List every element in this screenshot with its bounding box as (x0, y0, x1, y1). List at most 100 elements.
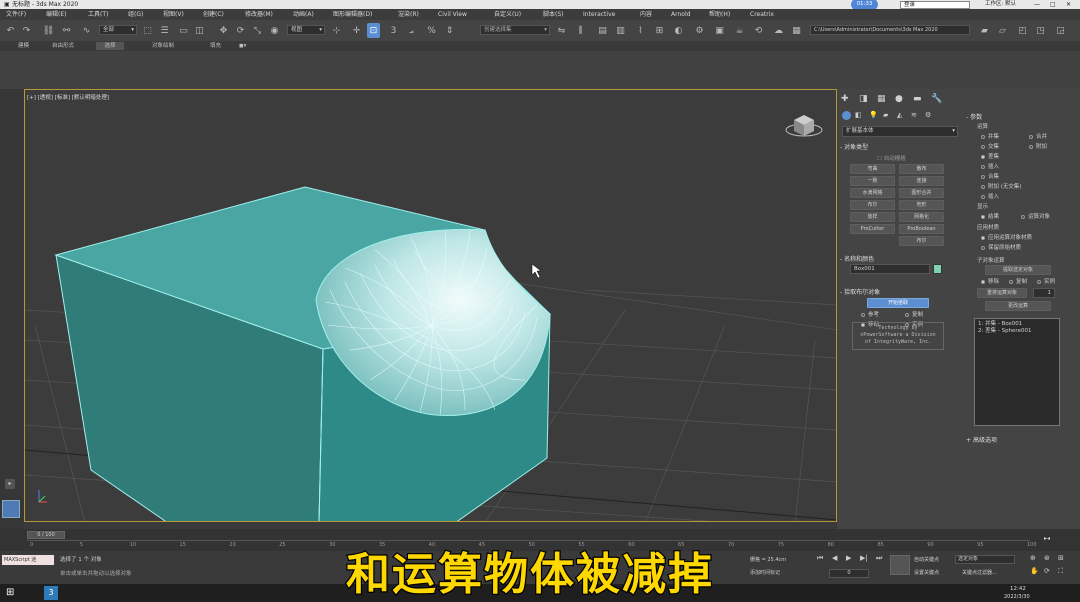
rotate-icon[interactable]: ⟳ (234, 23, 247, 38)
tab-selection[interactable]: 选择 (96, 42, 124, 50)
keyboard-shortcut-icon[interactable]: ⊡ (367, 23, 380, 38)
project-path-field[interactable]: C:\Users\Administrator\Documents\3ds Max… (810, 25, 970, 35)
menu-help[interactable]: 帮助(H) (709, 9, 730, 20)
obj-btn-morph[interactable]: 弯曲 (850, 164, 895, 174)
material-editor-icon[interactable]: ◐ (672, 23, 685, 38)
menu-graph-editors[interactable]: 图形编辑器(D) (333, 9, 372, 20)
extract-selected-button[interactable]: 提取选定对象 (985, 265, 1051, 275)
motion-tab-icon[interactable]: ● (895, 94, 903, 104)
set-key-label[interactable]: 设置关键点 (914, 569, 939, 576)
display-operands[interactable]: 运算对象 (1021, 212, 1050, 220)
orbit-icon[interactable]: ⟳ (1044, 567, 1050, 575)
rect-selection-icon[interactable]: ▭ (177, 23, 190, 38)
utilities-tab-icon[interactable]: 🔧 (931, 94, 942, 104)
display-tab-icon[interactable]: ▬ (913, 94, 922, 104)
obj-btn-blobmesh[interactable]: 水滴网格 (850, 188, 895, 198)
select-object-icon[interactable]: ⬚ (141, 23, 154, 38)
tab-object-paint[interactable]: 对象绘制 (152, 41, 174, 51)
lights-icon[interactable]: 💡 (869, 111, 878, 119)
create-tab-icon[interactable]: ✚ (841, 94, 849, 104)
next-frame-icon[interactable]: ▶| (860, 554, 868, 562)
goto-start-icon[interactable]: ⏮ (817, 554, 823, 563)
object-color-swatch[interactable] (933, 264, 942, 274)
workspace-icon-3[interactable]: ◲ (1054, 23, 1067, 38)
viewport-label[interactable]: [+] [透视] [标准] [默认明暗处理] (27, 93, 109, 101)
bind-spacewarp-icon[interactable]: ∿ (80, 23, 93, 38)
op-insert[interactable]: 插入 (981, 162, 999, 170)
obj-btn-conform[interactable]: 一致 (850, 176, 895, 186)
op-subtraction[interactable]: 差集 (981, 152, 999, 160)
geometry-icon[interactable] (842, 111, 851, 120)
pan-icon[interactable]: ✋ (1030, 567, 1039, 575)
helpers-icon[interactable]: ◭ (897, 111, 902, 119)
obj-btn-boolean[interactable]: 布尔 (850, 200, 895, 210)
menu-file[interactable]: 文件(F) (6, 9, 26, 20)
autogrid-checkbox[interactable]: ☐ 自动栅格 (877, 154, 906, 162)
tab-populate[interactable]: 填充 (210, 41, 221, 51)
zoom-icon[interactable]: ⊕ (1030, 554, 1036, 562)
shapes-icon[interactable]: ◧ (855, 111, 862, 119)
render-online-icon[interactable]: ☁ (772, 23, 785, 38)
menu-civil-view[interactable]: Civil View (438, 9, 467, 20)
tab-modeling[interactable]: 建模 (18, 41, 29, 51)
material-apply-operand[interactable]: 应用运算对象材质 (981, 233, 1032, 241)
hierarchy-tab-icon[interactable]: ▦ (877, 94, 886, 104)
menu-create[interactable]: 创建(C) (203, 9, 224, 20)
ref-coord-dropdown[interactable]: 视图 ▾ (287, 25, 325, 35)
percent-snap-icon[interactable]: % (425, 23, 438, 38)
pick-boolean-rollout-header[interactable]: - 拾取布尔对象 (840, 287, 880, 296)
ribbon-options-icon[interactable]: ◼▾ (239, 41, 246, 51)
view-cube-icon[interactable] (785, 115, 823, 137)
modify-tab-icon[interactable]: ◨ (859, 94, 868, 104)
expand-icon[interactable]: ▸ (5, 479, 15, 489)
auto-key-label[interactable]: 自动关键点 (914, 556, 939, 563)
systems-icon[interactable]: ⚙ (925, 111, 931, 119)
sub-remove[interactable]: 移除 (981, 277, 999, 285)
obj-btn-shapemerge[interactable]: 图形合并 (899, 188, 944, 198)
render-icon[interactable]: ☕ (733, 23, 746, 38)
op-union[interactable]: 并集 (981, 132, 999, 140)
operand-item-2[interactable]: 2: 差集 - Sphere001 (978, 328, 1056, 335)
minimize-icon[interactable]: — (1034, 0, 1040, 9)
obj-btn-boolean-2[interactable]: 布尔 (899, 236, 944, 246)
spinner-snap-icon[interactable]: ⇕ (443, 23, 456, 38)
selection-filter-dropdown[interactable]: 全部 ▾ (99, 25, 137, 35)
mirror-icon[interactable]: ⇋ (555, 23, 568, 38)
spacewarps-icon[interactable]: ≋ (911, 111, 917, 119)
menu-interactive[interactable]: Interactive (583, 9, 615, 20)
menu-content[interactable]: 内容 (640, 9, 652, 20)
scale-icon[interactable]: ⤡ (251, 23, 264, 38)
select-by-name-icon[interactable]: ☰ (158, 23, 171, 38)
time-slider[interactable]: 0 / 100 (27, 531, 65, 539)
render-frame-icon[interactable]: ▣ (713, 23, 726, 38)
material-keep-original[interactable]: 保留原始材质 (981, 243, 1021, 251)
maximize-icon[interactable]: □ (1050, 0, 1056, 9)
operand-list[interactable]: 1: 并集 - Box001 2: 差集 - Sphere001 (974, 318, 1060, 426)
pivot-icon[interactable]: ⊹ (330, 23, 343, 38)
obj-btn-connect[interactable]: 连接 (899, 176, 944, 186)
radio-copy[interactable]: 复制 (905, 310, 923, 318)
menu-creatrix[interactable]: Creatrix (750, 9, 774, 20)
perspective-viewport[interactable]: [+] [透视] [标准] [默认明暗处理] (24, 89, 837, 522)
project-folder-icon[interactable]: ▰ (978, 23, 991, 38)
move-icon[interactable]: ✥ (217, 23, 230, 38)
op-imprint[interactable]: 插入 (981, 192, 999, 200)
curve-editor-icon[interactable]: ⌇ (634, 23, 647, 38)
menu-animation[interactable]: 动画(A) (293, 9, 314, 20)
radio-reference[interactable]: 参考 (861, 310, 879, 318)
obj-btn-loft[interactable]: 放样 (850, 212, 895, 222)
tab-freeform[interactable]: 自由形式 (52, 41, 74, 51)
display-result[interactable]: 结果 (981, 212, 999, 220)
reorder-operands-button[interactable]: 重排运算对象 (977, 288, 1027, 298)
user-field[interactable]: 登录 (900, 1, 970, 9)
sub-copy[interactable]: 复制 (1009, 277, 1027, 285)
menu-arnold[interactable]: Arnold (671, 9, 690, 20)
cameras-icon[interactable]: ▰ (883, 111, 888, 119)
set-key-icon[interactable] (890, 555, 910, 575)
open-icon[interactable]: ▦ (790, 23, 803, 38)
place-icon[interactable]: ◉ (268, 23, 281, 38)
project-settings-icon[interactable]: ▱ (996, 23, 1009, 38)
op-attach[interactable]: 附加 (1029, 142, 1047, 150)
obj-btn-scatter[interactable]: 散布 (899, 164, 944, 174)
maximize-viewport-icon[interactable]: ⛶ (1058, 567, 1063, 576)
